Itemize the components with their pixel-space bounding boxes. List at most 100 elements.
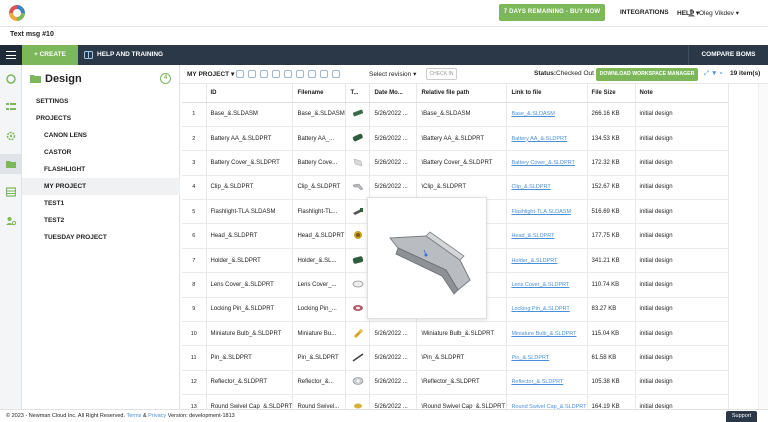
- cell-filename[interactable]: Battery Cove...: [292, 150, 347, 176]
- cell-note[interactable]: initial design: [635, 345, 729, 371]
- cell-thumbnail[interactable]: [345, 321, 371, 347]
- cell-thumbnail[interactable]: [345, 345, 371, 371]
- cell-file-size[interactable]: 516.69 KB: [587, 199, 636, 225]
- cell-note[interactable]: initial design: [635, 102, 729, 127]
- user-avatar-icon[interactable]: [687, 8, 696, 17]
- cell-date-modified[interactable]: 5/26/2022 ...: [369, 150, 418, 176]
- cell-link-to-file[interactable]: Battery AA_&.SLDPRT: [506, 126, 588, 152]
- column-header-link[interactable]: Link to file: [506, 84, 588, 103]
- create-button[interactable]: + CREATE: [22, 45, 78, 65]
- cell-id[interactable]: Clip_&.SLDPRT: [206, 175, 294, 201]
- cell-file-size[interactable]: 105.38 KB: [587, 370, 636, 396]
- cell-filename[interactable]: Base_&.SLDASM: [292, 102, 347, 127]
- cell-date-modified[interactable]: 5/26/2022 ...: [369, 102, 418, 127]
- cell-id[interactable]: Battery Cover_&.SLDPRT: [206, 150, 294, 176]
- cell-date-modified[interactable]: 5/26/2022 ...: [369, 345, 418, 371]
- cell-id[interactable]: Head_&.SLDPRT: [206, 223, 294, 249]
- projects-item[interactable]: PROJECTS: [22, 110, 180, 127]
- app-logo-icon[interactable]: [8, 4, 26, 22]
- rail-settings[interactable]: [0, 126, 22, 146]
- copy-icon[interactable]: [284, 70, 292, 78]
- cell-file-size[interactable]: 266.16 KB: [587, 102, 636, 127]
- privacy-link[interactable]: Privacy: [148, 413, 166, 419]
- insert-below-icon[interactable]: [272, 70, 280, 78]
- rail-users[interactable]: [0, 211, 22, 231]
- cell-file-size[interactable]: 177.75 KB: [587, 223, 636, 249]
- table-row[interactable]: 11 Pin_&.SLDPRT Pin_&.SLDPRT 5/26/2022 ... \…: [182, 345, 729, 371]
- help-and-training-button[interactable]: HELP AND TRAINING: [84, 45, 163, 65]
- rail-list[interactable]: [0, 97, 22, 117]
- cell-thumbnail[interactable]: [345, 175, 371, 201]
- cell-relative-path[interactable]: \Clip_&.SLDPRT: [416, 175, 508, 201]
- cell-file-size[interactable]: 152.67 KB: [587, 175, 636, 201]
- select-revision-dropdown[interactable]: Select revision ▾: [369, 70, 416, 78]
- buy-now-button[interactable]: 7 DAYS REMAINING - BUY NOW: [499, 4, 605, 21]
- download-workspace-manager-button[interactable]: DOWNLOAD WORKSPACE MANAGER: [596, 68, 698, 81]
- zoom-in-icon[interactable]: [296, 70, 304, 78]
- cell-date-modified[interactable]: 5/26/2022 ...: [369, 370, 418, 396]
- cell-thumbnail[interactable]: [345, 370, 371, 396]
- cell-note[interactable]: initial design: [635, 126, 729, 152]
- column-header-thumbnail[interactable]: T...: [345, 84, 371, 103]
- cell-filename[interactable]: Head_&.SLDPRT: [292, 223, 347, 249]
- cell-id[interactable]: Miniature Bulb_&.SLDPRT: [206, 321, 294, 347]
- vertical-scrollbar[interactable]: [758, 84, 768, 409]
- cell-file-size[interactable]: 341.21 KB: [587, 248, 636, 274]
- cell-note[interactable]: initial design: [635, 248, 729, 274]
- hamburger-menu-icon[interactable]: [0, 45, 22, 65]
- terms-link[interactable]: Terms: [126, 413, 141, 419]
- cell-link-to-file[interactable]: Locking Pin_&.SLDPRT: [506, 297, 588, 323]
- user-menu[interactable]: Oleg Vikdev ▾: [699, 9, 739, 17]
- table-row[interactable]: 2 Battery AA_&.SLDPRT Battery AA_... 5/26/2…: [182, 126, 729, 152]
- project-item-test1[interactable]: TEST1: [22, 195, 180, 212]
- project-item-test2[interactable]: TEST2: [22, 212, 180, 229]
- cell-relative-path[interactable]: \Reflector_&.SLDPRT: [416, 370, 508, 396]
- cell-link-to-file[interactable]: Head_&.SLDPRT: [506, 223, 588, 249]
- table-row[interactable]: 4 Clip_&.SLDPRT Clip_&.SLDPRT 5/26/2022 ...…: [182, 175, 729, 201]
- cell-filename[interactable]: Holder_&.SL...: [292, 248, 347, 274]
- project-item-tuesday-project[interactable]: TUESDAY PROJECT: [22, 229, 180, 246]
- project-item-canon-lens[interactable]: CANON LENS: [22, 127, 180, 144]
- cell-note[interactable]: initial design: [635, 321, 729, 347]
- cell-date-modified[interactable]: 5/26/2022 ...: [369, 175, 418, 201]
- insert-above-icon[interactable]: [260, 70, 268, 78]
- undo-icon[interactable]: [320, 70, 328, 78]
- cell-filename[interactable]: Reflector_&...: [292, 370, 347, 396]
- cell-relative-path[interactable]: \Battery Cover_&.SLDPRT: [416, 150, 508, 176]
- filter-icons[interactable]: ⤢ ▼ ⌕: [704, 70, 723, 78]
- rail-dashboard[interactable]: [0, 69, 22, 89]
- cell-filename[interactable]: Miniature Bu...: [292, 321, 347, 347]
- cell-file-size[interactable]: 115.04 KB: [587, 321, 636, 347]
- cell-note[interactable]: initial design: [635, 370, 729, 396]
- cell-file-size[interactable]: 110.74 KB: [587, 272, 636, 298]
- cell-note[interactable]: initial design: [635, 272, 729, 298]
- cell-thumbnail[interactable]: [345, 126, 371, 152]
- cell-filename[interactable]: Lens Cover_...: [292, 272, 347, 298]
- project-item-my-project[interactable]: MY PROJECT: [22, 178, 180, 195]
- add-row-icon[interactable]: [236, 70, 244, 78]
- cell-id[interactable]: Base_&.SLDASM: [206, 102, 294, 127]
- cell-filename[interactable]: Pin_&.SLDPRT: [292, 345, 347, 371]
- cell-note[interactable]: initial design: [635, 175, 729, 201]
- support-button[interactable]: Support: [726, 411, 757, 422]
- cell-link-to-file[interactable]: Miniature Bulb_&.SLDPRT: [506, 321, 588, 347]
- cell-relative-path[interactable]: \Pin_&.SLDPRT: [416, 345, 508, 371]
- cell-filename[interactable]: Flashlight-TL...: [292, 199, 347, 225]
- cell-note[interactable]: initial design: [635, 297, 729, 323]
- column-header-id[interactable]: ID: [206, 84, 294, 103]
- table-row[interactable]: 12 Reflector_&.SLDPRT Reflector_&... 5/26/2…: [182, 370, 729, 396]
- table-row[interactable]: 10 Miniature Bulb_&.SLDPRT Miniature Bu...…: [182, 321, 729, 347]
- cell-file-size[interactable]: 134.53 KB: [587, 126, 636, 152]
- cell-id[interactable]: Locking Pin_&.SLDPRT: [206, 297, 294, 323]
- column-header-size[interactable]: File Size: [587, 84, 636, 103]
- cell-thumbnail[interactable]: [345, 102, 371, 127]
- column-header-note[interactable]: Note: [635, 84, 729, 103]
- check-in-button[interactable]: CHECK IN: [426, 68, 457, 80]
- zoom-out-icon[interactable]: [308, 70, 316, 78]
- cell-id[interactable]: Flashlight-TLA.SLDASM: [206, 199, 294, 225]
- compare-boms-button[interactable]: COMPARE BOMS: [688, 45, 768, 65]
- cell-link-to-file[interactable]: Holder_&.SLDPRT: [506, 248, 588, 274]
- cell-id[interactable]: Reflector_&.SLDPRT: [206, 370, 294, 396]
- cell-link-to-file[interactable]: Pin_&.SLDPRT: [506, 345, 588, 371]
- project-selector[interactable]: MY PROJECT ▾: [187, 70, 234, 78]
